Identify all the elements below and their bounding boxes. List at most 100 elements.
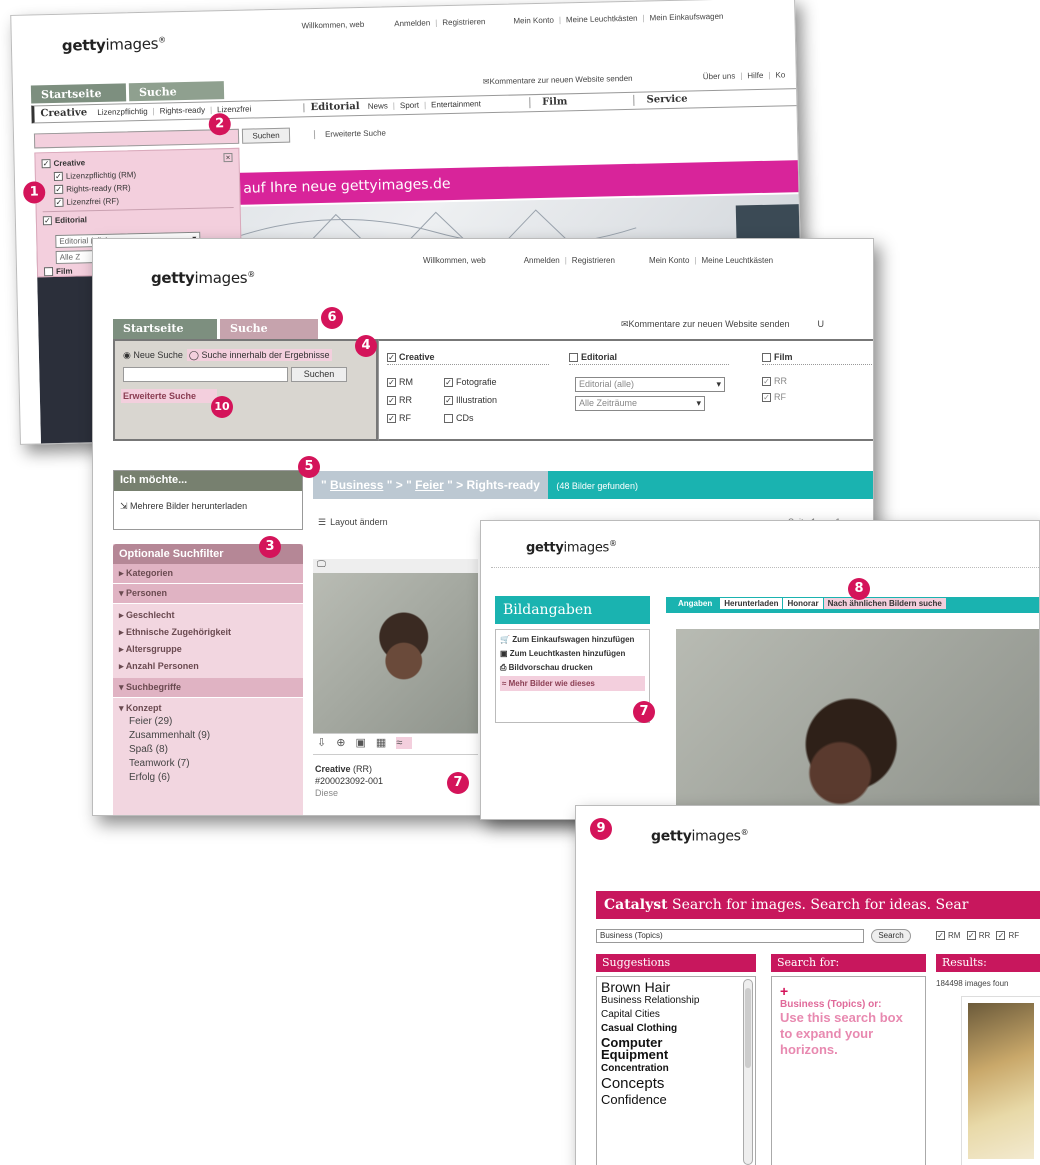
nav-cart[interactable]: Mein Einkaufswagen (650, 12, 724, 23)
checkbox-rm[interactable]: ✓ (387, 378, 396, 388)
search-button[interactable]: Suchen (291, 367, 347, 382)
advanced-search-link[interactable]: Erweiterte Suche (313, 128, 387, 140)
konzept-item[interactable]: Teamwork (7) (129, 757, 297, 771)
filter-personen[interactable]: ▾ Personen (113, 584, 303, 604)
radio-new-search[interactable]: ◉ (123, 350, 133, 360)
konzept-item[interactable]: Zusammenhalt (9) (129, 729, 297, 743)
advanced-search-link[interactable]: Erweiterte Suche (121, 389, 217, 403)
tab-startseite[interactable]: Startseite (30, 83, 127, 104)
getty-logo[interactable]: gettyimages® (526, 539, 617, 555)
suggestion-item[interactable]: Capital Cities (601, 1009, 751, 1020)
nav-lightboxes[interactable]: Meine Leuchtkästen (566, 14, 638, 25)
checkbox-film-rf[interactable]: ✓ (762, 393, 771, 403)
cat-rights-ready[interactable]: Rights-ready (160, 106, 206, 116)
link-help[interactable]: Hilfe (747, 71, 763, 80)
checkbox-creative[interactable]: ✓ (387, 353, 396, 363)
filter-suchbegriffe[interactable]: ▾ Suchbegriffe (113, 678, 303, 698)
crumb-business[interactable]: Business (330, 478, 383, 492)
layout-toggle[interactable]: ☰ Layout ändern (318, 517, 388, 528)
checkbox-film[interactable] (43, 267, 54, 277)
tab-honorar[interactable]: Honorar (783, 598, 823, 609)
download-multiple-link[interactable]: ⇲ Mehrere Bilder herunterladen (114, 491, 302, 522)
filter-geschlecht[interactable]: ▸ Geschlecht (119, 607, 297, 624)
checkbox-fotografie[interactable]: ✓ (444, 378, 453, 388)
calculator-icon[interactable]: ▦ (376, 737, 396, 749)
link-about[interactable]: Über uns (703, 72, 736, 82)
link-contact[interactable]: Ko (775, 70, 785, 79)
cat-editorial[interactable]: Editorial (310, 101, 359, 113)
thumbnail-image[interactable] (313, 573, 478, 733)
radio-within-results[interactable]: ◯ Suche innerhalb der Ergebnisse (186, 349, 332, 361)
cat-sport[interactable]: Sport (400, 101, 419, 110)
cat-creative[interactable]: Creative (40, 107, 87, 119)
time-select[interactable]: Alle Zeiträume (575, 396, 705, 411)
filter-ethnie[interactable]: ▸ Ethnische Zugehörigkeit (119, 624, 297, 641)
cat-lizenzpflichtig[interactable]: Lizenzpflichtig (97, 107, 147, 117)
suggestion-item[interactable]: Confidence (601, 1092, 751, 1107)
checkbox-rf[interactable]: ✓ (387, 414, 396, 424)
konzept-item[interactable]: Erfolg (6) (129, 771, 297, 785)
search-input[interactable] (123, 367, 288, 382)
filter-konzept[interactable]: ▾ Konzept (119, 701, 297, 715)
getty-logo[interactable]: gettyimages® (62, 34, 166, 55)
checkbox-rm[interactable]: ✓ (53, 172, 64, 182)
suggestion-item[interactable]: Concepts (601, 1075, 751, 1092)
suggestion-item[interactable]: Business Relationship (601, 995, 751, 1006)
checkbox-illustration[interactable]: ✓ (444, 396, 453, 406)
getty-logo[interactable]: gettyimages® (651, 828, 749, 845)
tab-herunterladen[interactable]: Herunterladen (720, 598, 783, 609)
checkbox-rf[interactable]: ✓ (54, 198, 64, 208)
tab-suche[interactable]: Suche (128, 81, 225, 102)
cart-icon[interactable]: ⊕ (336, 737, 355, 749)
crumb-feier[interactable]: Feier (415, 478, 444, 492)
cat-service[interactable]: Service (633, 93, 688, 106)
close-icon[interactable]: × (223, 152, 233, 163)
result-thumbnail[interactable] (961, 996, 1040, 1165)
konzept-item[interactable]: Spaß (8) (129, 743, 297, 757)
detail-image[interactable] (676, 629, 1039, 819)
checkbox-editorial[interactable] (569, 353, 578, 363)
suggestion-item[interactable]: Computer Equipment (601, 1036, 711, 1061)
nav-account[interactable]: Mein Konto (649, 256, 689, 265)
checkbox-rr[interactable]: ✓ (387, 396, 396, 406)
crumb-rights-ready[interactable]: Rights-ready (467, 478, 540, 492)
checkbox-creative[interactable]: ✓ (41, 159, 51, 169)
search-input[interactable] (33, 128, 240, 149)
editorial-select[interactable]: Editorial (alle) (575, 377, 725, 392)
getty-logo[interactable]: gettyimages® (151, 269, 255, 287)
feedback-link[interactable]: ✉ Kommentare zur neuen Website senden U (621, 319, 824, 330)
tab-angaben[interactable]: Angaben (670, 598, 721, 609)
scrollbar[interactable] (743, 979, 753, 1165)
konzept-item[interactable]: Feier (29) (129, 715, 297, 729)
tab-startseite[interactable]: Startseite (113, 319, 217, 339)
filter-kategorien[interactable]: ▸ Kategorien (113, 564, 303, 584)
add-to-cart-link[interactable]: 🛒 Zum Einkaufswagen hinzufügen (500, 634, 645, 645)
filter-anzahl-personen[interactable]: ▸ Anzahl Personen (119, 658, 297, 675)
feedback-link[interactable]: ✉ Kommentare zur neuen Website senden (483, 74, 633, 86)
more-like-this-link[interactable]: ≈ Mehr Bilder wie dieses (500, 676, 645, 691)
checkbox-editorial[interactable]: ✓ (42, 216, 53, 226)
nav-account[interactable]: Mein Konto (513, 16, 554, 26)
tab-similar-search[interactable]: Nach ähnlichen Bildern suche (823, 598, 946, 609)
checkbox-film-rr[interactable]: ✓ (762, 377, 771, 387)
checkbox-cds[interactable] (444, 414, 453, 424)
cat-news[interactable]: News (368, 101, 388, 110)
checkbox-rr[interactable]: ✓ (54, 185, 64, 195)
nav-login[interactable]: Anmelden (524, 256, 560, 265)
catalyst-search-button[interactable]: Search (871, 929, 911, 943)
checkbox-film[interactable] (762, 353, 771, 363)
monitor-icon[interactable]: 🖵 (317, 559, 326, 569)
checkbox-rf[interactable]: ✓ (996, 931, 1006, 941)
catalyst-search-input[interactable]: Business (Topics) (596, 929, 864, 943)
nav-login[interactable]: Anmelden (394, 18, 430, 28)
checkbox-rm[interactable]: ✓ (936, 931, 945, 941)
suggestion-item[interactable]: Concentration (601, 1063, 751, 1074)
print-preview-link[interactable]: ⎙ Bildvorschau drucken (500, 662, 645, 673)
search-button[interactable]: Suchen (241, 127, 291, 144)
filter-altersgruppe[interactable]: ▸ Altersgruppe (119, 641, 297, 658)
add-to-lightbox-link[interactable]: ▣ Zum Leuchtkasten hinzufügen (500, 648, 645, 659)
plus-icon[interactable]: + (780, 983, 917, 999)
nav-lightboxes[interactable]: Meine Leuchtkästen (701, 256, 773, 265)
lightbox-icon[interactable]: ▣ (355, 737, 375, 749)
cat-film[interactable]: Film (529, 96, 568, 109)
